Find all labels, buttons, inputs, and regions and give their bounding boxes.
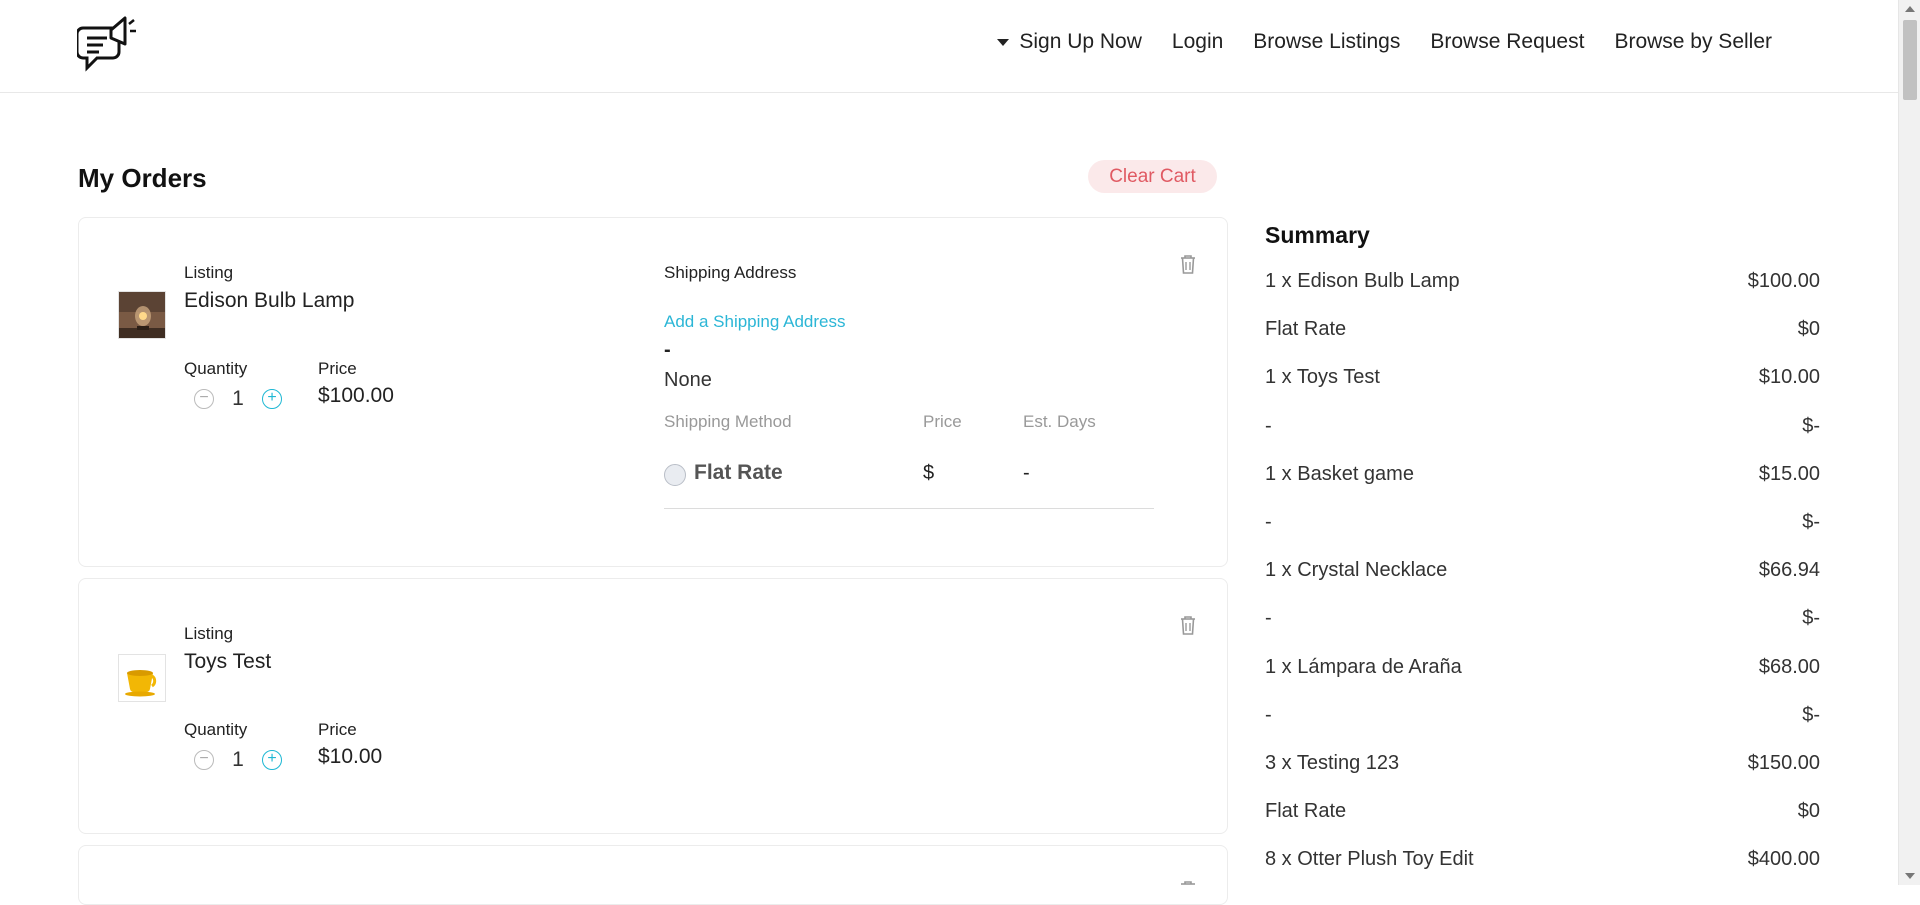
summary-row-value: $- [1802,414,1820,437]
summary-row-label: - [1265,414,1272,437]
summary-row-label: 1 x Basket game [1265,462,1414,485]
quantity-stepper: − 1 + [194,387,282,411]
summary-row: - $- [1265,415,1820,463]
minus-circle-icon[interactable]: − [194,750,214,770]
main-nav: Sign Up Now Login Browse Listings Browse… [997,30,1772,54]
shipping-days-header: Est. Days [1023,412,1096,431]
summary-row: 3 x Testing 123 $150.00 [1265,752,1820,800]
summary-row-label: 1 x Crystal Necklace [1265,559,1448,582]
plus-circle-icon[interactable]: + [262,389,282,409]
scroll-thumb[interactable] [1903,20,1917,100]
summary-row-label: 3 x Testing 123 [1265,751,1400,774]
caret-down-icon [997,38,1010,46]
summary-row-value: $- [1802,703,1820,726]
scroll-up-arrow-icon[interactable] [1905,6,1915,12]
quantity-label: Quantity [184,359,248,378]
summary-row-value: $10.00 [1758,366,1820,389]
summary-row-label: 1 x Lámpara de Araña [1265,655,1462,678]
price-value: $100.00 [318,384,394,407]
summary-row-value: $66.94 [1758,559,1820,582]
summary-row-label: - [1265,607,1272,630]
price-label: Price [318,359,357,378]
shipping-radio[interactable] [664,464,686,486]
summary-row: 1 x Basket game $15.00 [1265,463,1820,511]
listing-name[interactable]: Edison Bulb Lamp [184,289,354,313]
summary-row-label: Flat Rate [1265,318,1347,341]
add-shipping-address-link[interactable]: Add a Shipping Address [664,312,845,332]
summary-row-label: - [1265,703,1272,726]
quantity-value: 1 [232,387,244,410]
listing-label: Listing [184,263,234,282]
lamp-image [118,291,166,339]
summary-row-value: $- [1802,510,1820,533]
order-card: Listing Toys Test Quantity Price − 1 + $… [78,578,1228,834]
summary-row-value: $0 [1797,800,1820,823]
trash-icon[interactable] [1178,614,1198,636]
quantity-value: 1 [232,748,244,771]
listing-label: Listing [184,624,234,643]
summary-row: Flat Rate $0 [1265,800,1820,848]
shipping-method-header: Shipping Method [664,412,792,431]
summary-row-value: $68.00 [1758,655,1820,678]
summary-row: - $- [1265,607,1820,655]
nav-sign-up-label: Sign Up Now [1019,30,1142,53]
summary-title: Summary [1265,222,1370,248]
summary-row-value: $0 [1797,318,1820,341]
nav-browse-request[interactable]: Browse Request [1430,30,1584,54]
summary-row-value: $- [1802,607,1820,630]
summary-row-value: $15.00 [1758,462,1820,485]
summary-row-label: 1 x Toys Test [1265,366,1380,389]
plus-circle-icon[interactable]: + [262,750,282,770]
summary-row-value: $150.00 [1747,751,1820,774]
summary-row-label: 8 x Otter Plush Toy Edit [1265,848,1474,871]
shipping-price-header: Price [923,412,962,431]
shipping-price-value: $ [923,462,935,484]
trash-icon[interactable] [1178,879,1198,901]
minus-circle-icon[interactable]: − [194,389,214,409]
price-value: $10.00 [318,745,383,768]
summary-row: - $- [1265,704,1820,752]
summary-row-label: - [1265,510,1272,533]
shipping-address-title: Shipping Address [664,263,797,282]
summary-row-value: $100.00 [1747,270,1820,292]
top-navbar: Sign Up Now Login Browse Listings Browse… [0,0,1898,93]
summary-row: 1 x Lámpara de Araña $68.00 [1265,656,1820,704]
shipping-address-value: None [664,369,712,391]
nav-browse-listings[interactable]: Browse Listings [1253,30,1400,54]
nav-sign-up[interactable]: Sign Up Now [997,30,1142,54]
nav-browse-by-seller[interactable]: Browse by Seller [1614,30,1772,54]
shipping-address-dash: - [664,339,671,361]
summary-row: 8 x Otter Plush Toy Edit $400.00 [1265,848,1820,896]
page-title: My Orders [78,163,207,193]
listing-name[interactable]: Toys Test [184,650,271,674]
summary-row: 1 x Crystal Necklace $66.94 [1265,559,1820,607]
summary-row: 1 x Toys Test $10.00 [1265,366,1820,414]
shipping-option-row[interactable]: Flat Rate $ - [664,461,1154,509]
clear-cart-button[interactable]: Clear Cart [1088,160,1217,193]
summary-row-label: 1 x Edison Bulb Lamp [1265,270,1460,292]
quantity-stepper: − 1 + [194,748,282,772]
quantity-label: Quantity [184,720,248,739]
price-label: Price [318,720,357,739]
summary-list: 1 x Edison Bulb Lamp $100.00 Flat Rate $0 … [1265,270,1820,896]
summary-row: 1 x Edison Bulb Lamp $100.00 [1265,270,1820,318]
megaphone-chat-logo-icon[interactable] [77,14,137,78]
shipping-method-name: Flat Rate [694,461,783,484]
summary-row-label: Flat Rate [1265,800,1347,823]
summary-row: Flat Rate $0 [1265,318,1820,366]
summary-row-value: $400.00 [1747,848,1820,871]
trash-icon[interactable] [1178,253,1198,275]
yellow-cup-image [118,654,166,702]
shipping-days-value: - [1023,462,1030,484]
scroll-down-arrow-icon[interactable] [1905,873,1915,879]
nav-login[interactable]: Login [1172,30,1223,54]
order-card: Listing Edison Bulb Lamp Quantity Price … [78,217,1228,567]
page-scrollbar[interactable] [1898,0,1920,885]
order-card [78,845,1228,905]
summary-row: - $- [1265,511,1820,559]
